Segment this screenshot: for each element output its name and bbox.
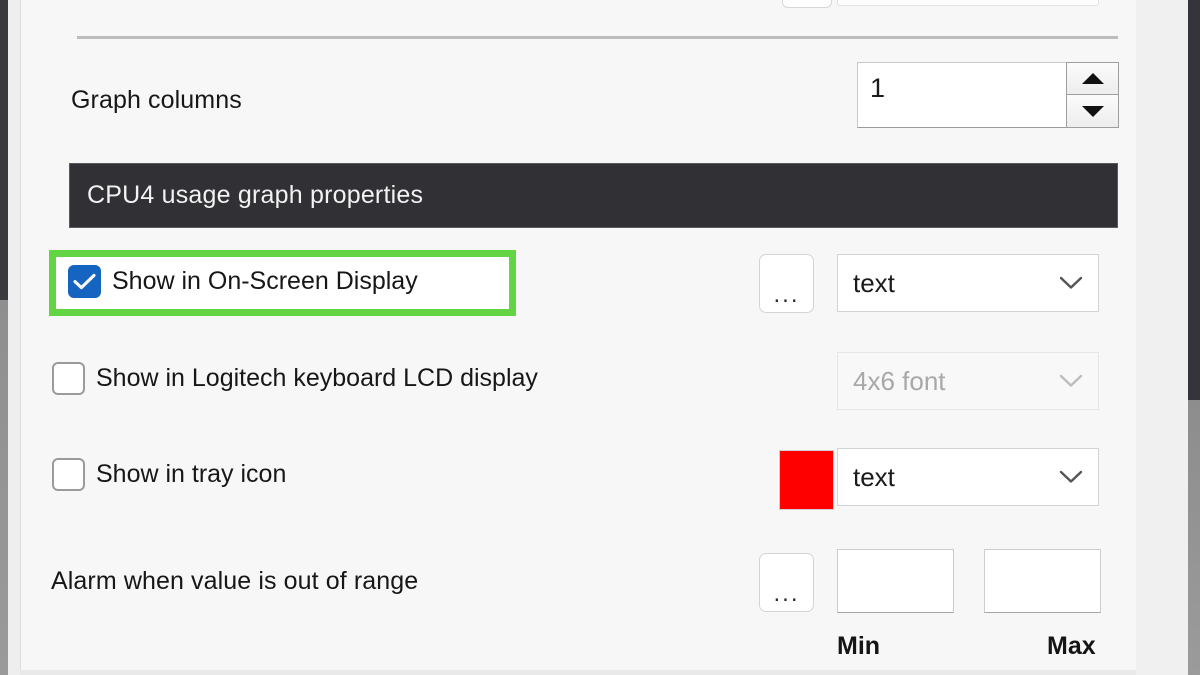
- alarm-range-label: Alarm when value is out of range: [51, 567, 418, 596]
- triangle-down-icon: [1082, 106, 1104, 117]
- lcd-checkbox[interactable]: [52, 362, 85, 395]
- lcd-font-value: 4x6 font: [853, 366, 1058, 397]
- osd-checkbox-label: Show in On-Screen Display: [112, 267, 418, 296]
- osd-checkbox-row[interactable]: Show in On-Screen Display: [68, 265, 418, 298]
- osd-browse-button[interactable]: ...: [759, 254, 814, 313]
- panel-bottom-edge: [20, 670, 1136, 675]
- tray-checkbox[interactable]: [52, 458, 85, 491]
- window-right-edge: [1188, 0, 1200, 675]
- alarm-browse-button-label: ...: [773, 590, 799, 598]
- graph-columns-decrement-button[interactable]: [1066, 95, 1119, 128]
- chevron-down-icon: [1058, 275, 1084, 291]
- alarm-max-input[interactable]: [984, 549, 1101, 613]
- clipped-combo-above[interactable]: [837, 0, 1099, 6]
- window-left-edge: [0, 0, 8, 675]
- graph-columns-increment-button[interactable]: [1066, 62, 1119, 95]
- osd-display-type-combo[interactable]: text: [837, 254, 1099, 312]
- tray-display-type-combo[interactable]: text: [837, 448, 1099, 506]
- osd-display-type-value: text: [853, 268, 1058, 299]
- section-header-title: CPU4 usage graph properties: [87, 181, 423, 210]
- chevron-down-icon: [1058, 469, 1084, 485]
- window-right-gutter: [1176, 0, 1188, 675]
- graph-columns-stepper[interactable]: 1: [857, 62, 1119, 128]
- alarm-min-input[interactable]: [837, 549, 954, 613]
- alarm-min-label: Min: [837, 632, 880, 661]
- section-header-bar: CPU4 usage graph properties: [69, 163, 1118, 228]
- tray-color-swatch[interactable]: [779, 450, 834, 510]
- lcd-checkbox-row[interactable]: Show in Logitech keyboard LCD display: [52, 362, 538, 395]
- triangle-up-icon: [1082, 73, 1104, 84]
- properties-panel: Graph columns 1 CPU4 usage graph propert…: [20, 0, 1136, 670]
- tray-display-type-value: text: [853, 462, 1058, 493]
- alarm-max-label: Max: [1047, 632, 1096, 661]
- osd-checkbox[interactable]: [68, 265, 101, 298]
- clipped-browse-button-above[interactable]: [782, 0, 832, 8]
- graph-columns-stepper-buttons[interactable]: [1066, 62, 1119, 128]
- lcd-checkbox-label: Show in Logitech keyboard LCD display: [96, 364, 538, 393]
- settings-dialog-viewport: Graph columns 1 CPU4 usage graph propert…: [0, 0, 1200, 675]
- vertical-scrollbar-track[interactable]: [1136, 0, 1176, 675]
- section-divider: [77, 36, 1118, 39]
- chevron-down-icon: [1058, 373, 1084, 389]
- tray-checkbox-row[interactable]: Show in tray icon: [52, 458, 286, 491]
- lcd-font-combo[interactable]: 4x6 font: [837, 352, 1099, 410]
- graph-columns-label: Graph columns: [71, 86, 242, 115]
- alarm-browse-button[interactable]: ...: [759, 553, 814, 612]
- tray-checkbox-label: Show in tray icon: [96, 460, 286, 489]
- checkmark-icon: [73, 273, 96, 290]
- graph-columns-input[interactable]: 1: [857, 62, 1067, 128]
- osd-browse-button-label: ...: [773, 291, 799, 299]
- window-left-gutter: [8, 0, 20, 675]
